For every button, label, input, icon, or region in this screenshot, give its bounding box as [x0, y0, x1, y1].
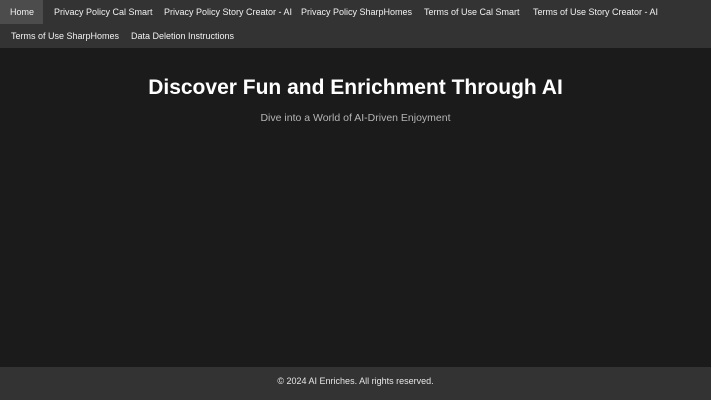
hero-subtitle: Dive into a World of AI-Driven Enjoyment	[260, 112, 451, 124]
nav-item-privacy-policy-story-creator[interactable]: Privacy Policy Story Creator - AI	[154, 0, 302, 24]
footer: © 2024 AI Enriches. All rights reserved.	[0, 367, 711, 400]
nav-item-terms-sharphomes[interactable]: Terms of Use SharpHomes	[0, 24, 130, 48]
nav-item-privacy-policy-sharphomes[interactable]: Privacy Policy SharpHomes	[291, 0, 422, 24]
hero-title: Discover Fun and Enrichment Through AI	[148, 76, 563, 99]
nav-item-home[interactable]: Home	[0, 0, 43, 24]
nav-item-terms-story-creator[interactable]: Terms of Use Story Creator - AI	[522, 0, 669, 24]
nav-item-data-deletion[interactable]: Data Deletion Instructions	[120, 24, 245, 48]
page: Home Privacy Policy Cal Smart Privacy Po…	[0, 0, 711, 400]
copyright-text: © 2024 AI Enriches. All rights reserved.	[277, 376, 434, 386]
nav-item-privacy-policy-cal-smart[interactable]: Privacy Policy Cal Smart	[43, 0, 164, 24]
top-navbar: Home Privacy Policy Cal Smart Privacy Po…	[0, 0, 711, 48]
nav-item-terms-cal-smart[interactable]: Terms of Use Cal Smart	[413, 0, 531, 24]
